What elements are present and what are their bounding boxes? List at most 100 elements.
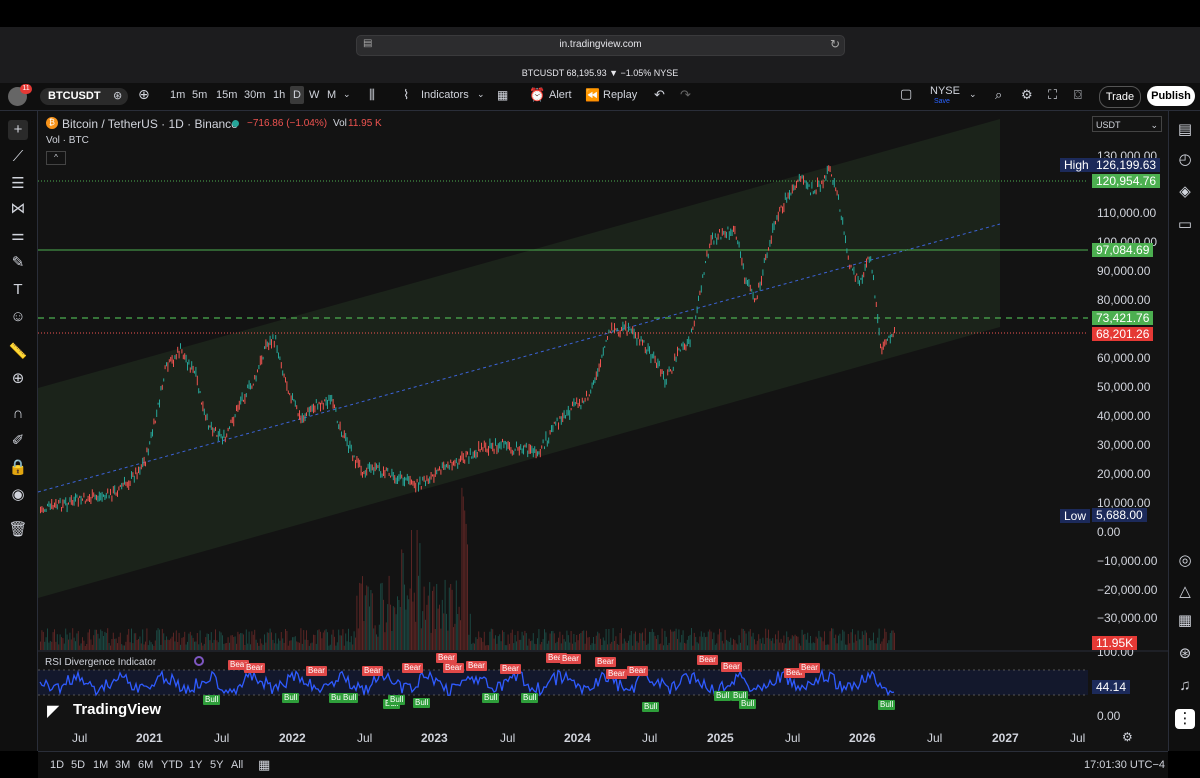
volume-bar (252, 634, 254, 650)
candle (569, 410, 571, 420)
volume-bar (157, 628, 159, 650)
volume-bar (422, 611, 424, 650)
range-all[interactable]: All (231, 759, 243, 771)
volume-bar (117, 643, 118, 650)
volume-bar (703, 632, 705, 650)
volume-bar (243, 634, 244, 650)
volume-bar (474, 643, 475, 650)
bull-label: Bull (282, 693, 300, 703)
volume-bar (454, 623, 456, 650)
volume-bar (674, 631, 676, 650)
candle (245, 393, 247, 398)
candle (408, 476, 410, 485)
candle (341, 431, 342, 437)
candle (381, 473, 383, 478)
range-3m[interactable]: 3M (115, 759, 130, 771)
candle (849, 264, 851, 270)
candle (100, 492, 102, 501)
volume-bar (756, 640, 758, 650)
volume-bar (677, 638, 678, 650)
volume-bar (174, 641, 176, 650)
range-1d[interactable]: 1D (50, 759, 64, 771)
volume-bar (52, 632, 54, 650)
volume-bar (562, 634, 564, 650)
volume-bar (80, 643, 82, 650)
candle (727, 226, 729, 230)
volume-bar (524, 630, 526, 650)
candle (62, 499, 64, 509)
volume-bar (765, 628, 767, 650)
candle (115, 492, 117, 496)
candle (181, 349, 183, 354)
volume-bar (245, 629, 247, 650)
clock[interactable]: 17:01:30 UTC−4 (1084, 759, 1165, 771)
candle (338, 424, 340, 430)
date-range-icon[interactable]: ▦ (258, 757, 270, 773)
price-neg20000: −20,000.00 (1097, 583, 1158, 597)
volume-bar (348, 628, 349, 650)
volume-bar (510, 632, 512, 650)
candle (703, 272, 705, 275)
range-5d[interactable]: 5D (71, 759, 85, 771)
candle (688, 336, 690, 344)
volume-bar (843, 631, 845, 650)
volume-bar (608, 629, 610, 650)
candle (650, 354, 652, 364)
candle (448, 464, 450, 470)
indicator-settings-icon[interactable] (194, 656, 204, 666)
candle (217, 431, 219, 441)
volume-bar (129, 642, 131, 650)
candle (867, 256, 869, 260)
candle (362, 472, 363, 478)
collapse-legend-icon[interactable]: ^ (46, 151, 66, 165)
volume-bar (314, 635, 316, 650)
candle (252, 383, 254, 386)
candle (133, 475, 135, 483)
volume-bar (61, 637, 62, 650)
candle (798, 173, 800, 182)
candle (821, 180, 823, 185)
time-settings-icon[interactable]: ⚙ (1122, 730, 1133, 744)
volume-bar (840, 640, 842, 650)
volume-bar (140, 643, 142, 650)
candle (829, 166, 831, 172)
volume-bar (297, 642, 299, 650)
volume-bar (731, 644, 733, 650)
volume-bar (560, 643, 562, 650)
candle (657, 358, 659, 369)
candle (324, 399, 326, 402)
range-1y[interactable]: 1Y (189, 759, 202, 771)
volume-bar (294, 636, 296, 650)
candle (398, 474, 400, 482)
volume-bar (488, 645, 489, 650)
volume-bar (504, 645, 506, 650)
rsi-title[interactable]: RSI Divergence Indicator (45, 657, 156, 668)
candle (160, 386, 162, 391)
range-6m[interactable]: 6M (138, 759, 153, 771)
volume-bar (349, 642, 351, 650)
volume-bar (388, 575, 390, 650)
candle (418, 482, 419, 492)
volume-bar (871, 640, 873, 650)
volume-bar (206, 633, 208, 650)
volume-bar (507, 634, 509, 650)
currency-select[interactable]: USDT ⌄ (1092, 116, 1162, 132)
range-5y[interactable]: 5Y (210, 759, 223, 771)
range-ytd[interactable]: YTD (161, 759, 183, 771)
volume-bar (766, 637, 768, 650)
volume-bar (292, 637, 293, 650)
volume-bar (168, 640, 170, 650)
candle (80, 495, 82, 505)
candle (875, 301, 877, 307)
candle (436, 469, 438, 475)
chart-title[interactable]: Bitcoin / TetherUS · 1D · Binance (62, 117, 238, 131)
candle (98, 491, 100, 502)
volume-bar (649, 631, 650, 650)
candle (513, 450, 515, 455)
candle (308, 406, 310, 416)
volume-bar (159, 629, 160, 650)
volume-bar (285, 629, 286, 650)
volume-bar (383, 599, 384, 650)
range-1m[interactable]: 1M (93, 759, 108, 771)
candle (744, 277, 746, 284)
